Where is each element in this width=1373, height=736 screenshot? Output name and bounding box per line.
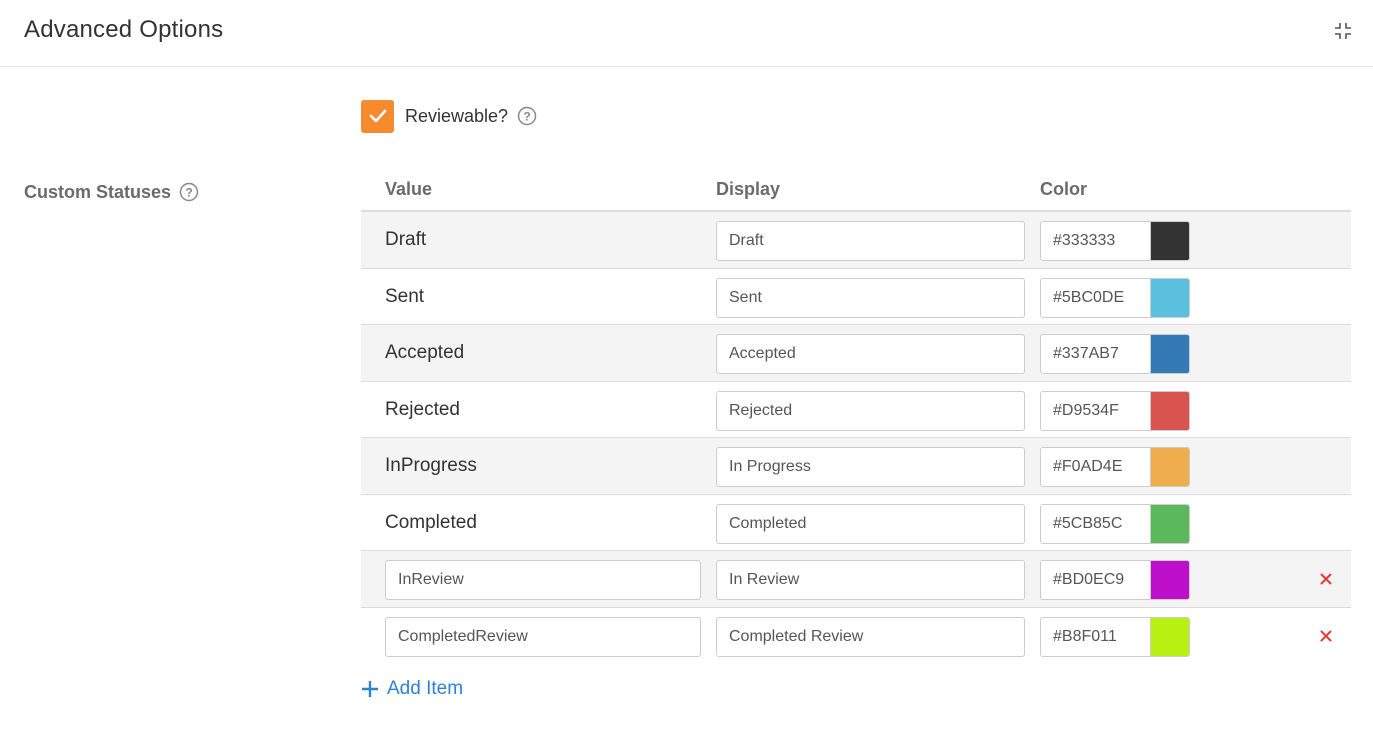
column-header-value: Value xyxy=(385,179,433,199)
reviewable-checkbox[interactable] xyxy=(361,99,394,133)
table-row: Draft xyxy=(361,212,1351,269)
color-hex-input[interactable] xyxy=(1041,278,1150,317)
display-input[interactable] xyxy=(716,616,1025,657)
color-swatch[interactable] xyxy=(1150,448,1189,486)
table-header: Value Display Color xyxy=(361,168,1351,212)
color-swatch[interactable] xyxy=(1150,222,1189,260)
color-picker xyxy=(1040,390,1190,431)
color-picker xyxy=(1040,334,1190,374)
table-row: Completed xyxy=(361,494,1351,551)
add-item-label: Add Item xyxy=(387,678,464,699)
color-picker xyxy=(1040,277,1190,318)
svg-text:?: ? xyxy=(185,186,192,200)
color-hex-input[interactable] xyxy=(1041,504,1150,543)
color-hex-input[interactable] xyxy=(1041,617,1150,656)
color-hex-input[interactable] xyxy=(1041,448,1150,486)
color-hex-input[interactable] xyxy=(1041,561,1150,599)
remove-row-button[interactable] xyxy=(1316,626,1336,646)
display-input[interactable] xyxy=(716,503,1025,544)
color-swatch[interactable] xyxy=(1150,391,1189,430)
color-swatch[interactable] xyxy=(1150,617,1189,656)
color-swatch[interactable] xyxy=(1150,278,1189,317)
close-icon xyxy=(1320,573,1332,585)
value-input[interactable] xyxy=(385,616,701,657)
value-text: Accepted xyxy=(385,342,465,363)
close-icon xyxy=(1320,630,1332,641)
color-picker xyxy=(1040,447,1190,487)
value-text: Rejected xyxy=(385,398,460,420)
color-swatch[interactable] xyxy=(1150,504,1189,543)
value-text: Draft xyxy=(385,229,427,250)
display-input[interactable] xyxy=(716,221,1025,261)
color-hex-input[interactable] xyxy=(1041,391,1150,430)
reviewable-label: Reviewable? xyxy=(405,105,509,126)
value-input[interactable] xyxy=(385,560,701,600)
color-swatch[interactable] xyxy=(1150,335,1189,373)
remove-row-button[interactable] xyxy=(1316,569,1336,589)
reviewable-option: Reviewable? ? xyxy=(361,99,537,133)
help-icon[interactable]: ? xyxy=(517,106,537,126)
panel-header: Advanced Options xyxy=(0,0,1373,67)
color-picker xyxy=(1040,560,1190,600)
table-body: Draft Sent Accepted Rejected InProgress Compl… xyxy=(361,212,1351,664)
display-input[interactable] xyxy=(716,560,1025,600)
svg-text:?: ? xyxy=(523,110,530,124)
display-input[interactable] xyxy=(716,390,1025,431)
color-picker xyxy=(1040,221,1190,261)
color-picker xyxy=(1040,616,1190,657)
column-header-color: Color xyxy=(1040,179,1087,199)
add-item-button[interactable]: Add Item xyxy=(361,677,463,701)
custom-statuses-section: Custom Statuses ? xyxy=(24,180,199,204)
collapse-icon[interactable] xyxy=(1333,21,1353,41)
color-hex-input[interactable] xyxy=(1041,335,1150,373)
table-row: Sent xyxy=(361,268,1351,325)
table-row: Accepted xyxy=(361,325,1351,382)
color-hex-input[interactable] xyxy=(1041,222,1150,260)
value-text: Completed xyxy=(385,511,477,533)
table-row xyxy=(361,607,1351,664)
check-icon xyxy=(369,109,386,123)
value-text: InProgress xyxy=(385,455,477,476)
plus-icon xyxy=(362,681,378,697)
color-swatch[interactable] xyxy=(1150,561,1189,599)
table-row: InProgress xyxy=(361,438,1351,495)
custom-statuses-table: Value Display Color Draft Sent Accepted Rej… xyxy=(361,168,1351,664)
table-row xyxy=(361,551,1351,608)
display-input[interactable] xyxy=(716,334,1025,374)
help-icon[interactable]: ? xyxy=(179,182,199,202)
custom-statuses-label: Custom Statuses xyxy=(24,181,172,202)
display-input[interactable] xyxy=(716,277,1025,318)
table-row: Rejected xyxy=(361,381,1351,438)
column-header-display: Display xyxy=(716,179,781,199)
color-picker xyxy=(1040,503,1190,544)
page-title: Advanced Options xyxy=(24,16,224,43)
value-text: Sent xyxy=(385,285,425,307)
display-input[interactable] xyxy=(716,447,1025,487)
